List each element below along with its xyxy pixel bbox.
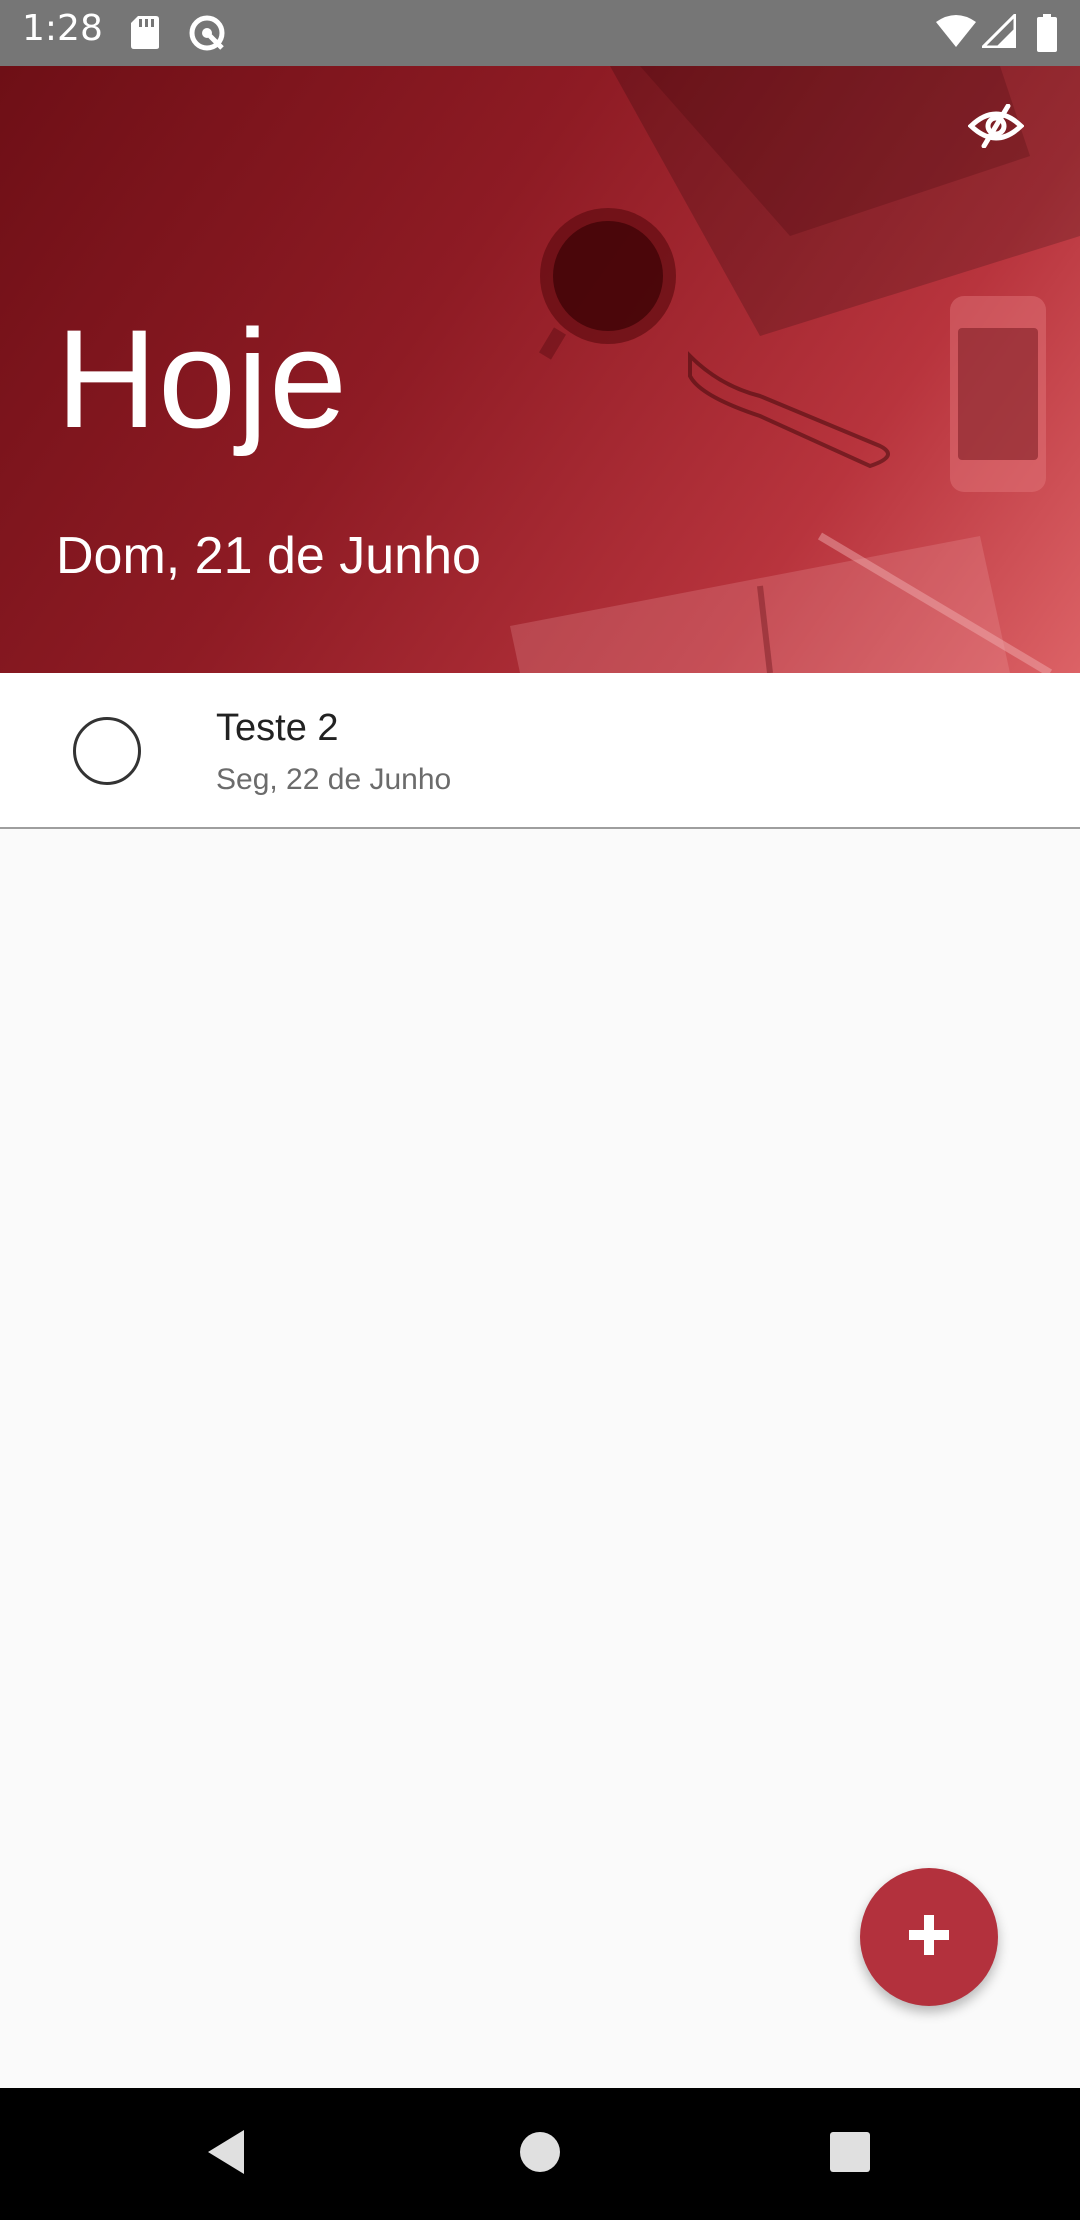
system-nav-bar [0, 2088, 1080, 2220]
recents-icon [828, 2130, 872, 2178]
add-task-button[interactable] [860, 1868, 998, 2006]
status-time: 1:28 [22, 8, 103, 49]
plus-icon [907, 1913, 951, 1961]
hide-completed-toggle[interactable] [964, 96, 1028, 160]
sd-card-icon [130, 14, 160, 54]
current-date: Dom, 21 de Junho [56, 527, 481, 585]
task-title: Teste 2 [216, 707, 339, 749]
task-due-date: Seg, 22 de Junho [216, 763, 452, 796]
nav-recents-button[interactable] [814, 2118, 886, 2190]
nav-home-button[interactable] [504, 2118, 576, 2190]
sync-icon [188, 14, 226, 56]
nav-back-button[interactable] [190, 2118, 262, 2190]
eye-off-icon [967, 103, 1025, 152]
cell-signal-icon [979, 11, 1017, 52]
task-list-item[interactable]: Teste 2 Seg, 22 de Junho [0, 673, 1080, 829]
wifi-icon [936, 14, 976, 52]
today-header: Hoje Dom, 21 de Junho [0, 66, 1080, 673]
task-complete-checkbox[interactable] [73, 717, 141, 785]
status-bar: 1:28 [0, 0, 1080, 66]
back-icon [204, 2128, 248, 2180]
page-title: Hoje [56, 300, 348, 457]
home-icon [518, 2130, 562, 2178]
battery-icon [1036, 14, 1058, 56]
